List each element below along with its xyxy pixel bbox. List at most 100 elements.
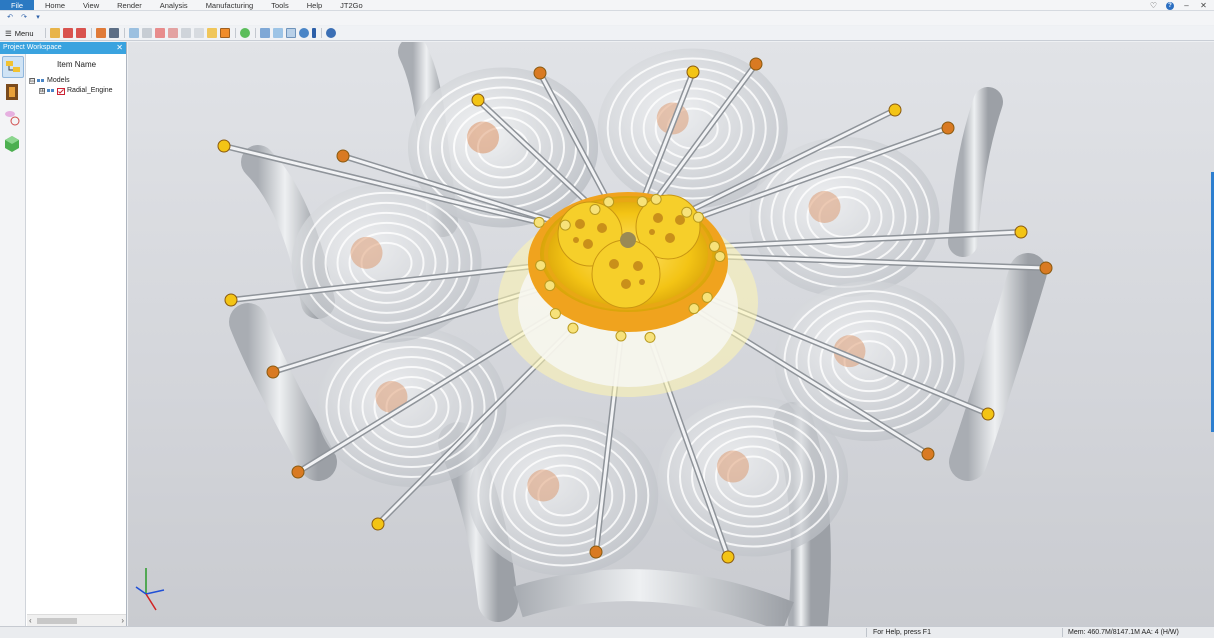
model-tree: Item Name ⊟ Models ⊞ Radial_Engine — [27, 54, 126, 614]
tappet — [708, 240, 720, 252]
line-icon[interactable] — [142, 28, 152, 38]
redo-icon[interactable]: ↷ — [20, 14, 28, 22]
tappet — [533, 216, 545, 228]
circle-icon[interactable] — [155, 28, 165, 38]
menu-analysis[interactable]: Analysis — [151, 0, 197, 10]
scroll-right-icon[interactable]: › — [121, 616, 124, 625]
tab-cube[interactable] — [2, 134, 24, 156]
main-toolbar: ☰ Menu — [0, 26, 1214, 41]
tappet — [589, 203, 601, 215]
menu-file[interactable]: File — [0, 0, 34, 10]
tappet — [688, 303, 700, 315]
ribbon-collapse-icon[interactable]: ♡ — [1149, 1, 1158, 10]
rocker-end — [371, 517, 385, 531]
tappet — [544, 280, 556, 292]
rocker-end — [217, 139, 231, 153]
dropdown-icon[interactable]: ▾ — [34, 14, 42, 22]
tab-film[interactable] — [2, 82, 24, 104]
menu-manufacturing[interactable]: Manufacturing — [197, 0, 263, 10]
tab-markup[interactable] — [2, 108, 24, 130]
flythrough-icon[interactable] — [109, 28, 119, 38]
status-bar: For Help, press F1 Mem: 460.7M/8147.1M A… — [0, 626, 1214, 638]
tappet — [636, 196, 648, 208]
tappet — [701, 291, 713, 303]
toolbar-separator — [254, 28, 256, 38]
pan-icon[interactable] — [312, 28, 316, 38]
tree-label-radial-engine: Radial_Engine — [67, 87, 113, 94]
tappet — [603, 196, 615, 208]
close-icon[interactable]: ✕ — [1199, 1, 1208, 10]
tappet — [535, 259, 547, 271]
panel-close-icon[interactable]: ✕ — [116, 42, 123, 54]
expand-icon[interactable]: ⊞ — [39, 88, 45, 94]
menu-tools[interactable]: Tools — [262, 0, 298, 10]
status-memory: Mem: 460.7M/8147.1M AA: 4 (H/W) — [1068, 629, 1179, 636]
menu-icon: ☰ — [5, 28, 12, 38]
tree-horizontal-scrollbar[interactable]: ‹ › — [27, 614, 126, 626]
tree-label-models: Models — [47, 77, 70, 84]
rocker-end — [589, 545, 603, 559]
collapse-icon[interactable]: ⊟ — [29, 78, 35, 84]
scroll-left-icon[interactable]: ‹ — [29, 616, 32, 625]
project-workspace-panel: Project Workspace ✕ Item Name ⊟ Models ⊞… — [0, 42, 127, 626]
help-icon[interactable]: ? — [1166, 1, 1174, 10]
status-divider — [866, 628, 867, 637]
menu-view[interactable]: View — [74, 0, 108, 10]
solid-icon[interactable] — [220, 28, 230, 38]
workspace-tab-strip — [0, 54, 26, 626]
fit-all-icon[interactable] — [260, 28, 270, 38]
menu-jt2go[interactable]: JT2Go — [331, 0, 372, 10]
structure-icon[interactable] — [50, 28, 60, 38]
rocker-end — [686, 65, 700, 79]
rocker-end — [721, 550, 735, 564]
pen-icon[interactable] — [168, 28, 178, 38]
tappet — [644, 331, 656, 343]
menu-bar: File Home View Render Analysis Manufactu… — [0, 0, 1214, 11]
tappet — [549, 308, 561, 320]
undo-view-icon[interactable] — [326, 28, 336, 38]
wireframe-icon[interactable] — [207, 28, 217, 38]
menu-home[interactable]: Home — [36, 0, 74, 10]
rocker-end — [749, 57, 763, 71]
toolbar-separator — [320, 28, 322, 38]
menu-help[interactable]: Help — [298, 0, 331, 10]
visibility-check-icon[interactable] — [57, 87, 65, 95]
undo-icon[interactable]: ↶ — [6, 14, 14, 22]
rocker-end — [981, 407, 995, 421]
3d-viewport[interactable] — [128, 42, 1214, 626]
tree-row-models[interactable]: ⊟ Models — [27, 76, 126, 86]
tree-row-radial-engine[interactable]: ⊞ Radial_Engine — [27, 86, 126, 96]
next-step-icon[interactable] — [76, 28, 86, 38]
eraser-icon[interactable] — [181, 28, 191, 38]
film-tab-icon — [6, 84, 18, 100]
rocker-end — [941, 121, 955, 135]
view-icon[interactable] — [286, 28, 296, 38]
panel-title: Project Workspace — [3, 44, 62, 51]
shaded-icon[interactable] — [194, 28, 204, 38]
rocker-end — [336, 149, 350, 163]
rocker-end — [291, 465, 305, 479]
column-header-item-name: Item Name — [56, 60, 97, 69]
status-help-text: For Help, press F1 — [873, 629, 931, 636]
toolbar-separator — [90, 28, 92, 38]
status-divider — [1062, 628, 1063, 637]
select-icon[interactable] — [129, 28, 139, 38]
menu-button[interactable]: ☰ Menu — [5, 29, 42, 38]
rotate-icon[interactable] — [299, 28, 309, 38]
tappet — [650, 193, 662, 205]
globe-icon[interactable] — [240, 28, 250, 38]
zoom-icon[interactable] — [273, 28, 283, 38]
step-list-icon[interactable] — [96, 28, 106, 38]
menu-render[interactable]: Render — [108, 0, 151, 10]
first-step-icon[interactable] — [63, 28, 73, 38]
tappet — [567, 322, 579, 334]
models-node-icon — [37, 79, 44, 82]
scroll-thumb[interactable] — [37, 618, 77, 624]
rocker-end — [471, 93, 485, 107]
cube-tab-icon — [5, 136, 19, 152]
panel-title-bar: Project Workspace ✕ — [0, 42, 126, 54]
tab-models[interactable] — [2, 56, 24, 78]
minimize-icon[interactable]: – — [1182, 1, 1191, 10]
window-controls: ♡ ? – ✕ — [1149, 0, 1208, 11]
rocker-end — [1014, 225, 1028, 239]
